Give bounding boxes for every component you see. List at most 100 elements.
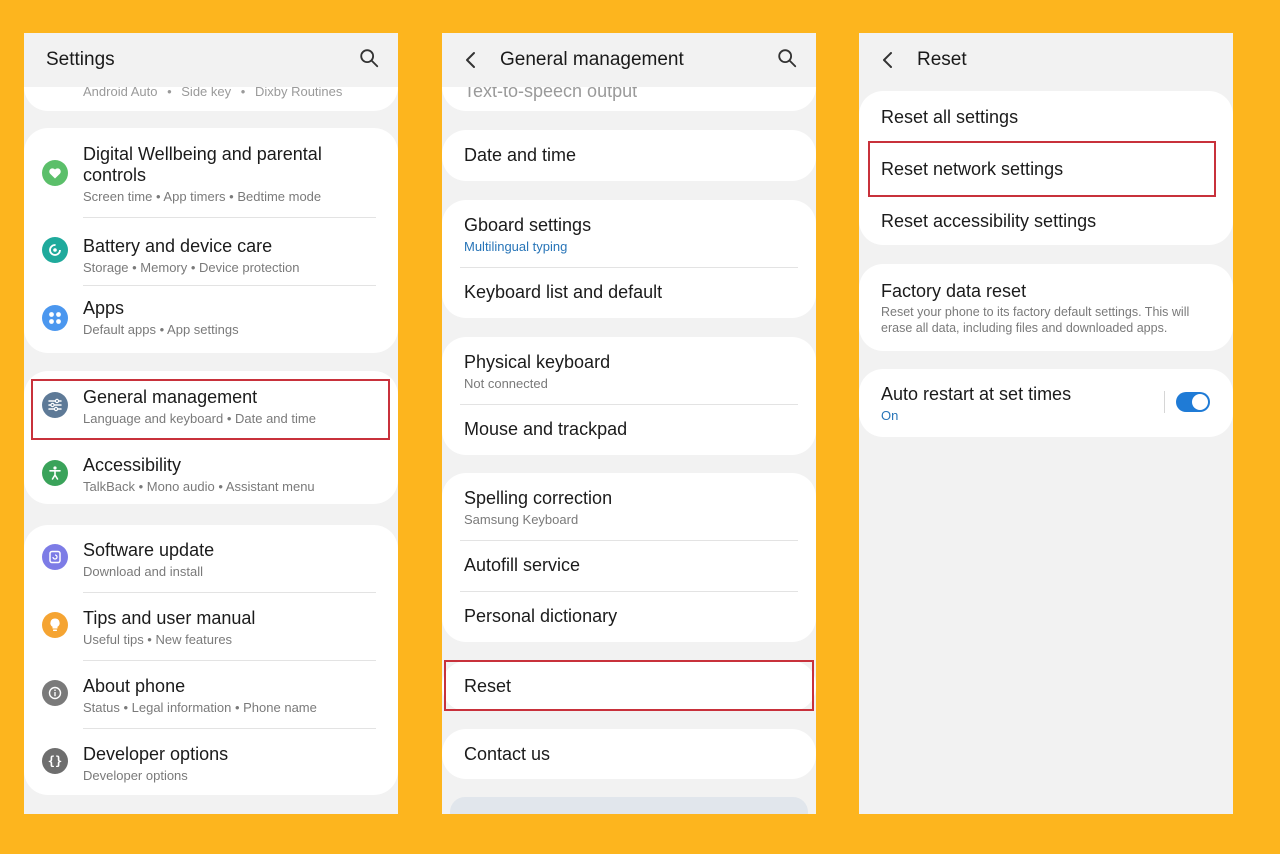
menu-item-about-phone[interactable]: About phone Status • Legal information •… [24,661,398,728]
menu-item-title-cont: controls [83,165,147,185]
accessibility-icon [42,460,68,486]
menu-item-subtitle: Useful tips • New features [83,632,233,647]
back-button[interactable] [464,46,492,74]
page-title: General management [500,49,684,70]
menu-item-contact-us[interactable]: Contact us [442,729,816,779]
menu-item-title: Apps [83,298,125,318]
menu-item-tips[interactable]: Tips and user manual Useful tips • New f… [24,593,398,660]
menu-item-subtitle: Samsung Keyboard [464,512,579,527]
menu-item-title: Digital Wellbeing and parental [83,144,322,164]
menu-item-title: Mouse and trackpad [464,419,628,439]
menu-item-title: Battery and device care [83,236,273,256]
partial-item-android-auto: Android Auto [83,87,158,99]
toggle-knob [1192,394,1208,410]
menu-item-title: Factory data reset [881,281,1027,301]
keyboard-group: Gboard settings Multilingual typing Keyb… [442,200,816,318]
menu-item-description: Reset your phone to its factory default … [881,304,1189,336]
menu-item-physical-keyboard[interactable]: Physical keyboard Not connected [442,337,816,404]
menu-item-title: Contact us [464,744,551,764]
divider [1164,391,1165,413]
menu-item-title: Software update [83,540,215,560]
menu-item-reset-accessibility-settings[interactable]: Reset accessibility settings [859,195,1233,245]
chevron-left-icon [466,52,475,68]
menu-item-digital-wellbeing[interactable]: Digital Wellbeing and parental controls … [24,128,398,214]
menu-item-subtitle: Screen time • App timers • Bedtime mode [83,189,322,204]
menu-item-apps[interactable]: Apps Default apps • App settings [24,286,398,353]
menu-item-factory-data-reset[interactable]: Factory data reset Reset your phone to i… [859,264,1233,351]
menu-item-battery[interactable]: Battery and device care Storage • Memory… [24,218,398,286]
menu-item-title: Auto restart at set times [881,384,1072,404]
menu-item-title: Keyboard list and default [464,282,663,302]
menu-item-subtitle: Storage • Memory • Device protection [83,260,300,275]
highlight-box [444,660,814,711]
settings-group-1: Digital Wellbeing and parental controls … [24,128,398,353]
menu-item-subtitle: Status • Legal information • Phone name [83,700,317,715]
menu-item-spelling-correction[interactable]: Spelling correction Samsung Keyboard [442,473,816,540]
menu-item-accessibility[interactable]: Accessibility TalkBack • Mono audio • As… [24,439,398,504]
highlight-box [31,379,390,440]
menu-item-title: Autofill service [464,555,581,575]
menu-item-title: Reset accessibility settings [881,211,1097,231]
bottom-search-card [450,797,808,814]
chevron-left-icon [883,52,892,68]
general-management-screen: General management Text-to-speech output… [442,33,816,814]
braces-icon: {} [42,748,68,774]
search-icon[interactable] [358,47,380,69]
partial-item-routines: Dixby Routines [254,87,343,99]
menu-item-text-to-speech: Text-to-speech output [464,87,638,101]
wellbeing-icon [42,160,68,186]
menu-item-mouse-trackpad[interactable]: Mouse and trackpad [442,405,816,455]
factory-reset-group: Factory data reset Reset your phone to i… [859,264,1233,351]
menu-item-subtitle: Default apps • App settings [83,322,239,337]
contact-group: Contact us [442,729,816,779]
lightbulb-icon [42,612,68,638]
software-update-icon [42,544,68,570]
connected-features-group[interactable]: Android Auto • Side key • Dixby Routines [24,87,398,111]
menu-item-title: Accessibility [83,455,182,475]
menu-item-title: Tips and user manual [83,608,256,628]
date-time-group: Date and time [442,130,816,181]
apps-icon [42,305,68,331]
page-title: Reset [917,49,967,70]
menu-item-developer-options[interactable]: {} Developer options Developer options [24,729,398,795]
menu-item-title: Spelling correction [464,488,613,508]
menu-item-title: Reset all settings [881,107,1019,127]
menu-item-subtitle: Developer options [83,768,188,783]
auto-restart-toggle[interactable] [1176,392,1210,412]
tts-group[interactable]: Text-to-speech output [442,87,816,111]
menu-item-autofill-service[interactable]: Autofill service [442,541,816,591]
settings-header: Settings [24,33,398,87]
physical-keyboard-group: Physical keyboard Not connected Mouse an… [442,337,816,455]
general-management-header: General management [442,33,816,87]
reset-screen: Reset Reset all settings Reset network s… [859,33,1233,814]
menu-item-subtitle: Download and install [83,564,203,579]
reset-header: Reset [859,33,1233,87]
highlight-box [868,141,1216,197]
settings-group-3: Software update Download and install Tip… [24,525,398,795]
menu-item-subtitle: TalkBack • Mono audio • Assistant menu [83,479,315,494]
back-button[interactable] [881,46,909,74]
auto-restart-group: Auto restart at set times On [859,369,1233,437]
menu-item-description-line1: Reset your phone to its factory default … [881,305,1190,319]
menu-item-reset-all-settings[interactable]: Reset all settings [859,91,1233,143]
menu-item-subtitle: Not connected [464,376,548,391]
settings-screen: Settings Android Auto • Side key • Dixby… [24,33,398,814]
menu-item-title: Personal dictionary [464,606,618,626]
menu-item-date-time[interactable]: Date and time [442,130,816,181]
menu-item-personal-dictionary[interactable]: Personal dictionary [442,592,816,642]
info-icon [42,680,68,706]
menu-item-title: Date and time [464,145,577,165]
battery-care-icon [42,237,68,263]
menu-item-title: About phone [83,676,186,696]
spelling-group: Spelling correction Samsung Keyboard Aut… [442,473,816,642]
menu-item-keyboard-list[interactable]: Keyboard list and default [442,268,816,318]
menu-item-title: Developer options [83,744,229,764]
menu-item-gboard-settings[interactable]: Gboard settings Multilingual typing [442,200,816,267]
page-title: Settings [46,49,115,70]
menu-item-title: Gboard settings [464,215,592,235]
menu-item-software-update[interactable]: Software update Download and install [24,525,398,592]
search-icon[interactable] [776,47,798,69]
partial-item-side-key: Side key [181,87,232,99]
menu-item-auto-restart[interactable]: Auto restart at set times On [859,369,1233,437]
menu-item-subtitle: Multilingual typing [464,239,568,254]
